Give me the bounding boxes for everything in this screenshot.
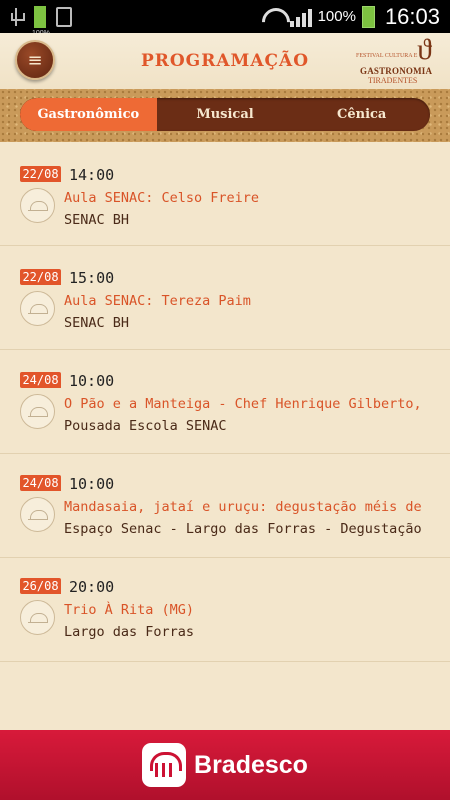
list-item[interactable]: 22/08 15:00 Aula SENAC: Tereza Paim SENA…	[0, 246, 450, 350]
list-item[interactable]: 24/08 10:00 O Pão e a Manteiga - Chef He…	[0, 350, 450, 454]
logo-line2: GASTRONOMIA	[360, 66, 433, 76]
category-tabs: Gastronômico Musical Cênica	[20, 98, 430, 131]
swirl-icon: ϑ	[417, 33, 432, 66]
event-time: 10:00	[69, 475, 115, 493]
app-header: ≡ PROGRAMAÇÃO ϑ FESTIVAL CULTURA E GASTR…	[0, 33, 450, 89]
date-badge: 24/08	[20, 372, 61, 388]
tab-gastronomico[interactable]: Gastronômico	[20, 98, 157, 131]
list-item[interactable]: 22/08 14:00 Aula SENAC: Celso Freire SEN…	[0, 142, 450, 246]
event-time: 14:00	[69, 166, 115, 184]
usb-icon	[8, 6, 25, 28]
logo-line3: TIRADENTES	[368, 76, 418, 85]
clock: 16:03	[384, 3, 440, 29]
date-badge: 22/08	[20, 166, 61, 182]
cloche-icon	[20, 497, 55, 532]
tab-musical[interactable]: Musical	[157, 98, 294, 131]
battery-icon	[361, 5, 375, 28]
list-item[interactable]: 24/08 10:00 Mandasaia, jataí e uruçu: de…	[0, 454, 450, 558]
event-title: Aula SENAC: Celso Freire	[64, 190, 260, 206]
bradesco-logo-icon	[142, 743, 187, 787]
status-system-icons: 100% 16:03	[262, 0, 440, 33]
sponsor-name: Bradesco	[194, 750, 308, 779]
sd-card-icon	[56, 6, 72, 27]
event-place: Espaço Senac - Largo das Forras - Degust…	[64, 521, 422, 537]
list-item[interactable]: 26/08 20:00 Trio À Rita (MG) Largo das F…	[0, 558, 450, 662]
date-badge: 22/08	[20, 269, 61, 285]
event-time: 15:00	[69, 269, 115, 287]
date-badge: 24/08	[20, 475, 61, 491]
logo-line1: FESTIVAL CULTURA E	[356, 53, 418, 59]
menu-icon: ≡	[27, 49, 43, 71]
event-place: SENAC BH	[64, 212, 130, 228]
cloche-icon	[20, 291, 55, 326]
event-title: Aula SENAC: Tereza Paim	[64, 293, 251, 309]
event-time: 10:00	[69, 372, 115, 390]
battery-percent: 100%	[317, 8, 356, 25]
tab-cenica[interactable]: Cênica	[293, 98, 430, 131]
sponsor-banner[interactable]: Bradesco	[0, 730, 450, 800]
cloche-icon	[20, 600, 55, 635]
status-bar: 100% 100% 16:03	[0, 0, 450, 37]
event-list: 22/08 14:00 Aula SENAC: Celso Freire SEN…	[0, 142, 450, 730]
cloche-icon	[20, 188, 55, 223]
status-notifications: 100%	[8, 4, 72, 37]
festival-logo: ϑ FESTIVAL CULTURA E GASTRONOMIA TIRADEN…	[346, 35, 436, 87]
event-title: Mandasaia, jataí e uruçu: degustação méi…	[64, 499, 422, 515]
cloche-icon	[20, 394, 55, 429]
tabs-container: Gastronômico Musical Cênica	[0, 89, 450, 142]
date-badge: 26/08	[20, 578, 61, 594]
signal-icon	[289, 7, 312, 27]
wifi-icon	[262, 8, 284, 26]
event-title: O Pão e a Manteiga - Chef Henrique Gilbe…	[64, 396, 422, 412]
event-place: SENAC BH	[64, 315, 130, 331]
event-title: Trio À Rita (MG)	[64, 602, 195, 618]
battery-notification-icon: 100%	[32, 5, 50, 37]
event-place: Largo das Forras	[64, 624, 195, 640]
menu-button[interactable]: ≡	[15, 40, 55, 80]
event-place: Pousada Escola SENAC	[64, 418, 227, 434]
page-title: PROGRAMAÇÃO	[140, 51, 310, 71]
event-time: 20:00	[69, 578, 115, 596]
